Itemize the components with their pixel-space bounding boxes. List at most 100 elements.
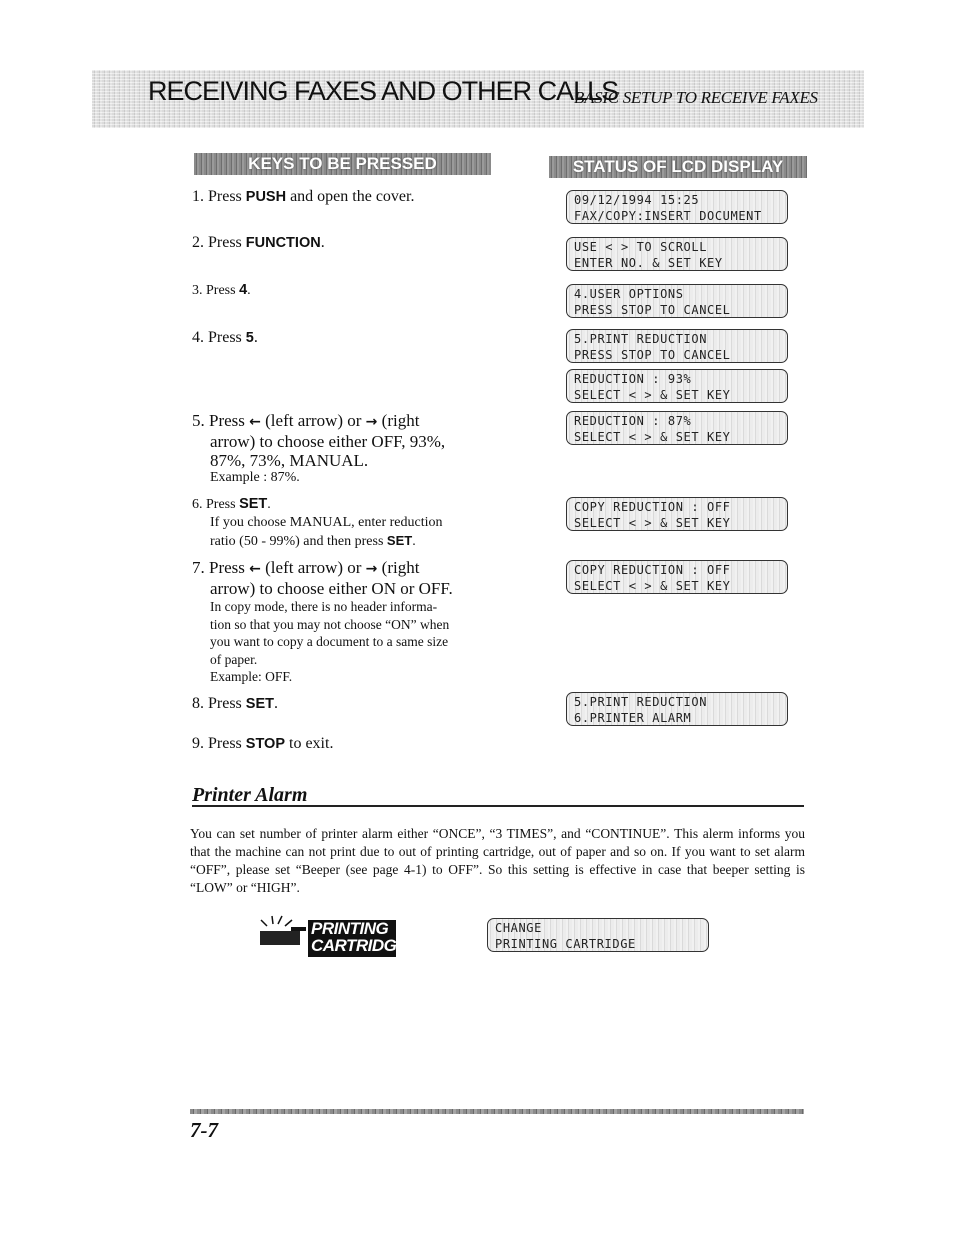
step-text: . bbox=[320, 234, 325, 251]
step-text: Press bbox=[208, 695, 246, 712]
step-number: 6. bbox=[192, 497, 203, 512]
lcd-line: 6.PRINTER ALARM bbox=[574, 711, 692, 725]
note-line: In copy mode, there is no header informa… bbox=[210, 599, 438, 614]
indicator-line: PRINTING bbox=[311, 919, 389, 938]
step-number: 7. bbox=[192, 558, 205, 577]
printer-alarm-title: Printer Alarm bbox=[192, 784, 308, 806]
step-text: 87%, 73%, MANUAL. bbox=[210, 451, 369, 470]
note-text: ratio (50 - 99%) and then press bbox=[210, 534, 387, 549]
lcd-display: REDUCTION : 87% SELECT < > & SET KEY bbox=[566, 411, 788, 445]
lcd-line: ENTER NO. & SET KEY bbox=[574, 256, 723, 270]
lcd-line: 5.PRINT REDUCTION bbox=[574, 695, 708, 709]
lcd-display: COPY REDUCTION : OFF SELECT < > & SET KEY bbox=[566, 560, 788, 594]
lcd-display: 09/12/1994 15:25 FAX/COPY:INSERT DOCUMENT bbox=[566, 190, 788, 224]
printing-cartridge-indicator: PRINTING CARTRIDGE bbox=[308, 919, 408, 957]
lcd-line: SELECT < > & SET KEY bbox=[574, 516, 731, 530]
lcd-header-label: STATUS OF LCD DISPLAY bbox=[572, 157, 784, 176]
footer-rule bbox=[190, 1109, 804, 1114]
step-text: . bbox=[247, 283, 251, 298]
lcd-line: USE < > TO SCROLL bbox=[574, 240, 708, 254]
step-text: (left arrow) or bbox=[265, 558, 362, 577]
keys-to-be-pressed-header: KEYS TO BE PRESSED bbox=[194, 153, 491, 175]
lcd-display: CHANGE PRINTING CARTRIDGE bbox=[487, 918, 709, 952]
step-text: (right bbox=[381, 411, 420, 430]
lcd-line: SELECT < > & SET KEY bbox=[574, 388, 731, 402]
lcd-line: CHANGE bbox=[495, 921, 542, 935]
step-text: Press bbox=[208, 735, 246, 752]
step-text: and open the cover. bbox=[286, 188, 415, 205]
step-text: . bbox=[267, 497, 271, 512]
lcd-line: PRESS STOP TO CANCEL bbox=[574, 348, 731, 362]
section-subtitle: BASIC SETUP TO RECEIVE FAXES bbox=[574, 88, 818, 107]
printer-alarm-paragraph: You can set number of printer alarm eith… bbox=[190, 826, 805, 895]
step-text: arrow) to choose either OFF, 93%, bbox=[210, 432, 446, 451]
lcd-line: COPY REDUCTION : OFF bbox=[574, 563, 731, 577]
step-1: 1. Press PUSH and open the cover. bbox=[192, 187, 414, 207]
lcd-display: 5.PRINT REDUCTION PRESS STOP TO CANCEL bbox=[566, 329, 788, 363]
step-text: to exit. bbox=[285, 735, 334, 752]
lcd-display: USE < > TO SCROLL ENTER NO. & SET KEY bbox=[566, 237, 788, 271]
right-arrow-icon: → bbox=[365, 561, 378, 577]
lcd-display: COPY REDUCTION : OFF SELECT < > & SET KEY bbox=[566, 497, 788, 531]
note-line: If you choose MANUAL, enter reduction bbox=[210, 515, 443, 530]
step-text: Press bbox=[209, 411, 245, 430]
step-7: 7. Press ← (left arrow) or → (right arro… bbox=[192, 558, 492, 598]
note-line: tion so that you may not choose “ON” whe… bbox=[210, 616, 450, 632]
lcd-display: REDUCTION : 93% SELECT < > & SET KEY bbox=[566, 369, 788, 403]
lcd-line: 5.PRINT REDUCTION bbox=[574, 332, 708, 346]
key-name: PUSH bbox=[245, 189, 287, 205]
step-text: (right bbox=[381, 558, 420, 577]
lcd-line: 09/12/1994 15:25 bbox=[574, 193, 700, 207]
step-7-note: In copy mode, there is no header informa… bbox=[210, 598, 495, 686]
right-arrow-icon: → bbox=[365, 414, 378, 430]
key-name: SET bbox=[386, 533, 413, 548]
step-6: 6. Press SET. bbox=[192, 495, 271, 514]
step-3: 3. Press 4. bbox=[192, 281, 251, 300]
step-text: . bbox=[253, 329, 258, 346]
note-line: you want to copy a document to a same si… bbox=[210, 634, 449, 649]
step-text: Press bbox=[206, 283, 240, 298]
step-text: . bbox=[273, 695, 278, 712]
lcd-status-header: STATUS OF LCD DISPLAY bbox=[549, 156, 807, 178]
step-number: 9. bbox=[192, 735, 204, 752]
step-8: 8. Press SET. bbox=[192, 694, 278, 714]
lcd-line: REDUCTION : 93% bbox=[574, 372, 692, 386]
step-number: 3. bbox=[192, 283, 203, 298]
step-number: 1. bbox=[192, 188, 204, 205]
step-6-note: If you choose MANUAL, enter reduction ra… bbox=[210, 514, 495, 551]
lcd-line: COPY REDUCTION : OFF bbox=[574, 500, 731, 514]
step-number: 5. bbox=[192, 411, 205, 430]
lcd-line: FAX/COPY:INSERT DOCUMENT bbox=[574, 209, 762, 223]
note-line: of paper. bbox=[210, 651, 258, 667]
step-text: (left arrow) or bbox=[265, 411, 362, 430]
lcd-line: REDUCTION : 87% bbox=[574, 414, 692, 428]
step-text: arrow) to choose either ON or OFF. bbox=[210, 579, 453, 598]
step-text: Press bbox=[206, 497, 240, 512]
step-number: 4. bbox=[192, 329, 204, 346]
step-number: 8. bbox=[192, 695, 204, 712]
lcd-display: 4.USER OPTIONS PRESS STOP TO CANCEL bbox=[566, 284, 788, 318]
chapter-title: RECEIVING FAXES AND OTHER CALLS bbox=[148, 76, 619, 106]
page-number: 7-7 bbox=[190, 1118, 218, 1142]
step-9: 9. Press STOP to exit. bbox=[192, 734, 333, 754]
lcd-line: 4.USER OPTIONS bbox=[574, 287, 684, 301]
step-5-note: Example : 87%. bbox=[210, 470, 300, 485]
step-text: Press bbox=[208, 329, 246, 346]
key-name: 4 bbox=[239, 282, 248, 298]
left-arrow-icon: ← bbox=[249, 414, 261, 430]
key-name: 5 bbox=[245, 330, 254, 346]
keys-header-label: KEYS TO BE PRESSED bbox=[248, 154, 437, 173]
key-name: SET bbox=[239, 496, 268, 512]
note-line: Example: OFF. bbox=[210, 669, 293, 684]
alarm-light-icon bbox=[260, 915, 306, 945]
key-name: STOP bbox=[245, 736, 285, 752]
step-text: Press bbox=[209, 558, 245, 577]
key-name: FUNCTION bbox=[245, 235, 321, 251]
note-line: ratio (50 - 99%) and then press SET. bbox=[210, 532, 495, 551]
step-number: 2. bbox=[192, 234, 204, 251]
step-text: Press bbox=[208, 188, 246, 205]
lcd-display: 5.PRINT REDUCTION 6.PRINTER ALARM bbox=[566, 692, 788, 726]
lcd-line: PRESS STOP TO CANCEL bbox=[574, 303, 731, 317]
key-name: SET bbox=[245, 696, 274, 712]
lcd-line: PRINTING CARTRIDGE bbox=[495, 937, 636, 951]
